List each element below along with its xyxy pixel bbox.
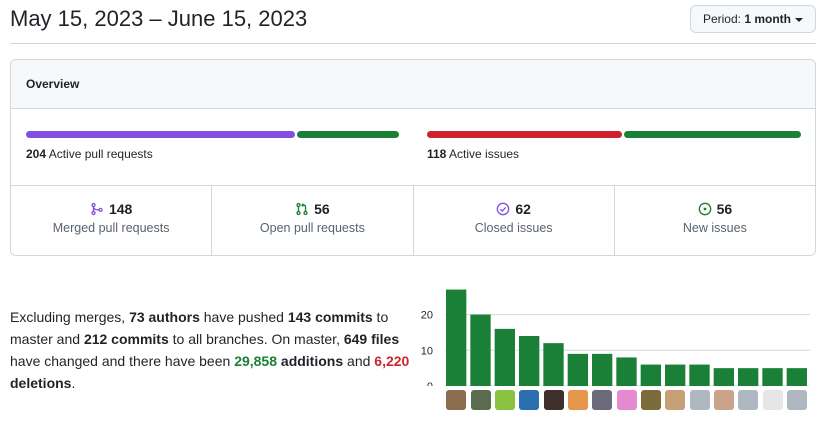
activity-bars-row: 204 Active pull requests 118 Active issu…	[11, 109, 815, 186]
stats-row: 148 Merged pull requests 56 Open pull re…	[11, 186, 815, 255]
merged-pr-bar-segment	[26, 131, 296, 138]
commit-bar[interactable]	[446, 289, 467, 386]
stat-closed-issues[interactable]: 62 Closed issues	[414, 186, 615, 255]
pull-requests-bar[interactable]	[26, 131, 399, 138]
summary-text: and	[343, 353, 375, 369]
commits-by-author-chart: 0 10 20	[415, 286, 815, 416]
commit-bar[interactable]	[665, 364, 686, 386]
page-header: May 15, 2023 – June 15, 2023 Period: 1 m…	[10, 0, 816, 44]
caret-down-icon	[795, 17, 803, 22]
y-tick-label: 20	[421, 310, 433, 322]
active-issues-label: Active issues	[449, 147, 520, 161]
period-value: 1 month	[744, 12, 791, 26]
commit-bar[interactable]	[738, 368, 759, 386]
authors-link[interactable]: 73 authors	[129, 309, 200, 325]
new-issues-count: 56	[716, 201, 733, 217]
avatar-drawing[interactable]	[665, 390, 686, 410]
commit-bar[interactable]	[592, 353, 613, 386]
commit-bar[interactable]	[616, 357, 637, 386]
summary-text: to all branches. On master,	[168, 331, 344, 347]
avatar-cartoon[interactable]	[519, 390, 540, 410]
commit-bar[interactable]	[762, 368, 783, 386]
avatar-photo[interactable]	[446, 390, 467, 410]
y-tick-label: 0	[427, 381, 433, 386]
summary-text: .	[71, 375, 76, 391]
issues-bar[interactable]	[427, 131, 801, 138]
closed-issues-label: Closed issues	[474, 221, 553, 235]
merged-pr-count: 148	[108, 201, 133, 217]
avatar-identicon[interactable]	[567, 390, 588, 410]
avatar-identicon[interactable]	[616, 390, 637, 410]
active-pr-count: 204	[26, 147, 47, 161]
commit-bar[interactable]	[519, 336, 540, 386]
period-prefix: Period:	[702, 12, 741, 26]
avatar-identicon[interactable]	[494, 390, 515, 410]
closed-issues-bar-segment	[427, 131, 623, 138]
summary-text: have changed and there have been	[10, 353, 235, 369]
files-changed: 649 files	[343, 331, 400, 347]
avatar-photo[interactable]	[470, 390, 491, 410]
y-tick-label: 10	[421, 345, 433, 357]
merged-pr-icon	[91, 202, 103, 216]
merged-pr-label: Merged pull requests	[52, 221, 170, 235]
commit-bar[interactable]	[640, 364, 661, 386]
new-issue-icon	[698, 202, 711, 216]
commit-bar[interactable]	[689, 364, 710, 386]
deletions-word: deletions	[10, 375, 72, 391]
avatar-default[interactable]	[786, 390, 807, 410]
summary-text: Excluding merges,	[10, 309, 130, 325]
commit-bar[interactable]	[713, 368, 734, 386]
commits-all-branches: 212 commits	[83, 331, 169, 347]
stat-new-issues[interactable]: 56 New issues	[615, 186, 815, 255]
commit-bar[interactable]	[494, 328, 515, 386]
open-pr-icon	[296, 202, 308, 216]
deletions-count: 6,220	[374, 353, 410, 369]
new-issues-label: New issues	[682, 221, 747, 235]
new-issues-bar-segment	[624, 131, 801, 138]
additions-word: additions	[277, 353, 344, 369]
avatar-ghost[interactable]	[762, 390, 783, 410]
closed-issues-count: 62	[515, 201, 531, 217]
commit-bar[interactable]	[470, 314, 491, 386]
commit-bar[interactable]	[543, 343, 564, 386]
period-dropdown-button[interactable]: Period: 1 month	[689, 5, 816, 33]
commit-bar[interactable]	[786, 368, 807, 386]
overview-panel: Overview 204 Active pull requests 118 Ac…	[10, 59, 816, 256]
avatar-photo[interactable]	[713, 390, 734, 410]
closed-issue-icon	[496, 202, 510, 216]
commits-master: 143 commits	[287, 309, 373, 325]
avatar-photo[interactable]	[592, 390, 613, 410]
commit-summary: Excluding merges, 73 authors have pushed…	[10, 306, 410, 394]
active-pull-requests[interactable]: 204 Active pull requests	[26, 147, 153, 161]
commit-bar[interactable]	[567, 353, 588, 386]
stat-merged-pull-requests[interactable]: 148 Merged pull requests	[11, 186, 213, 255]
active-pr-label: Active pull requests	[48, 147, 153, 161]
active-issues-count: 118	[427, 147, 447, 161]
avatar-default[interactable]	[738, 390, 759, 410]
additions-count: 29,858	[234, 353, 278, 369]
open-pr-count: 56	[314, 201, 330, 217]
active-issues[interactable]: 118 Active issues	[427, 147, 519, 161]
overview-title: Overview	[11, 60, 815, 109]
avatar-photo[interactable]	[640, 390, 661, 410]
date-range-title: May 15, 2023 – June 15, 2023	[10, 6, 308, 31]
avatar-default[interactable]	[689, 390, 710, 410]
stat-open-pull-requests[interactable]: 56 Open pull requests	[212, 186, 414, 255]
open-pr-label: Open pull requests	[259, 221, 365, 235]
commits-bar-chart: 0 10 20	[421, 289, 810, 393]
open-pr-bar-segment	[297, 131, 399, 138]
summary-text: have pushed	[199, 309, 288, 325]
avatar-photo[interactable]	[543, 390, 564, 410]
